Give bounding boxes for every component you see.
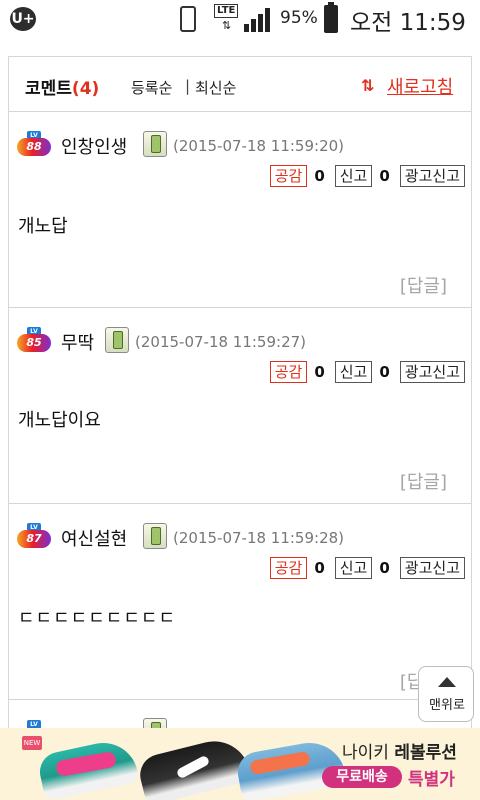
ad-special-price: 특별가 <box>408 770 455 790</box>
report-button[interactable]: 신고 <box>334 361 373 383</box>
refresh-link[interactable]: 새로고침 <box>387 73 453 99</box>
empathy-button[interactable]: 공감 <box>269 361 308 383</box>
comment-timestamp: (2015-07-18 11:59:20) <box>173 137 345 155</box>
comment-text: 개노답이요 <box>18 410 101 431</box>
vibrate-icon <box>180 6 196 32</box>
mobile-icon <box>143 131 167 157</box>
empathy-button[interactable]: 공감 <box>269 165 308 187</box>
comment-author[interactable]: 무딱 <box>61 329 94 355</box>
mobile-icon <box>143 523 167 549</box>
report-count: 0 <box>379 559 390 577</box>
level-badge-icon: LV 85 <box>17 327 51 353</box>
refresh-icon[interactable]: ⇅ <box>361 77 379 95</box>
back-to-top-button[interactable]: 맨위로 <box>418 666 474 722</box>
comment-title: 코멘트(4) <box>25 74 99 99</box>
comment-actions: 공감 0 신고 0 광고신고 <box>269 556 465 580</box>
ad-banner[interactable]: NEW 나이키 레볼루션 무료배송 특별가 <box>0 728 480 800</box>
comment-item: LV 85 무딱 (2015-07-18 11:59:27) 공감 0 신고 0… <box>9 308 471 504</box>
clock: 오전 11:59 <box>350 10 466 36</box>
level-number: 88 <box>17 138 51 156</box>
empathy-count: 0 <box>314 167 325 185</box>
comment-actions: 공감 0 신고 0 광고신고 <box>269 360 465 384</box>
new-badge: NEW <box>22 736 42 750</box>
comment-item: LV 88 인창인생 (2015-07-18 11:59:20) 공감 0 신고… <box>9 112 471 308</box>
lte-icon: LTE <box>214 4 239 18</box>
status-bar: U+ LTE ⇅ 95% 오전 11:59 <box>0 0 480 38</box>
ad-report-button[interactable]: 광고신고 <box>399 361 465 383</box>
comment-title-label: 코멘트 <box>25 79 72 99</box>
level-number: 85 <box>17 334 51 352</box>
sort-registered-link[interactable]: 등록순 <box>131 77 172 98</box>
comment-author[interactable]: 여신설현 <box>61 525 127 551</box>
reply-link[interactable]: [답글] <box>400 468 447 494</box>
reply-link[interactable]: [답글] <box>400 272 447 298</box>
comment-panel: 코멘트(4) 등록순 | 최신순 ⇅ 새로고침 LV 88 인창인생 (2015… <box>8 56 472 800</box>
mobile-icon <box>105 327 129 353</box>
level-badge-icon: LV 87 <box>17 523 51 549</box>
empathy-count: 0 <box>314 559 325 577</box>
comment-timestamp: (2015-07-18 11:59:28) <box>173 529 345 547</box>
level-badge-icon: LV 88 <box>17 131 51 157</box>
free-shipping-badge: 무료배송 <box>322 766 402 788</box>
ad-product: 레볼루션 <box>394 743 457 763</box>
ad-report-button[interactable]: 광고신고 <box>399 165 465 187</box>
report-button[interactable]: 신고 <box>334 557 373 579</box>
comment-author[interactable]: 인창인생 <box>61 133 127 159</box>
report-count: 0 <box>379 363 390 381</box>
comment-item: LV 87 여신설현 (2015-07-18 11:59:28) 공감 0 신고… <box>9 504 471 700</box>
back-to-top-label: 맨위로 <box>429 698 465 713</box>
report-count: 0 <box>379 167 390 185</box>
data-arrows-icon: ⇅ <box>222 19 231 32</box>
level-number: 87 <box>17 530 51 548</box>
battery-icon <box>324 2 338 33</box>
sort-separator: | <box>185 77 191 95</box>
ad-report-button[interactable]: 광고신고 <box>399 557 465 579</box>
report-button[interactable]: 신고 <box>334 165 373 187</box>
sort-latest-link[interactable]: 최신순 <box>195 77 236 98</box>
comment-text: ㄷㄷㄷㄷㄷㄷㄷㄷㄷ <box>18 608 177 629</box>
comment-text: 개노답 <box>18 216 68 237</box>
signal-icon <box>244 6 274 32</box>
empathy-count: 0 <box>314 363 325 381</box>
ad-headline: 나이키 레볼루션 <box>342 738 457 763</box>
battery-percent: 95% <box>280 8 318 28</box>
comment-header: 코멘트(4) 등록순 | 최신순 ⇅ 새로고침 <box>9 56 471 112</box>
arrow-up-icon <box>438 677 456 687</box>
empathy-button[interactable]: 공감 <box>269 557 308 579</box>
comment-count: (4) <box>71 79 100 99</box>
carrier-logo-icon: U+ <box>10 7 36 31</box>
ad-brand: 나이키 <box>342 743 395 763</box>
comment-actions: 공감 0 신고 0 광고신고 <box>269 164 465 188</box>
comment-timestamp: (2015-07-18 11:59:27) <box>135 333 307 351</box>
